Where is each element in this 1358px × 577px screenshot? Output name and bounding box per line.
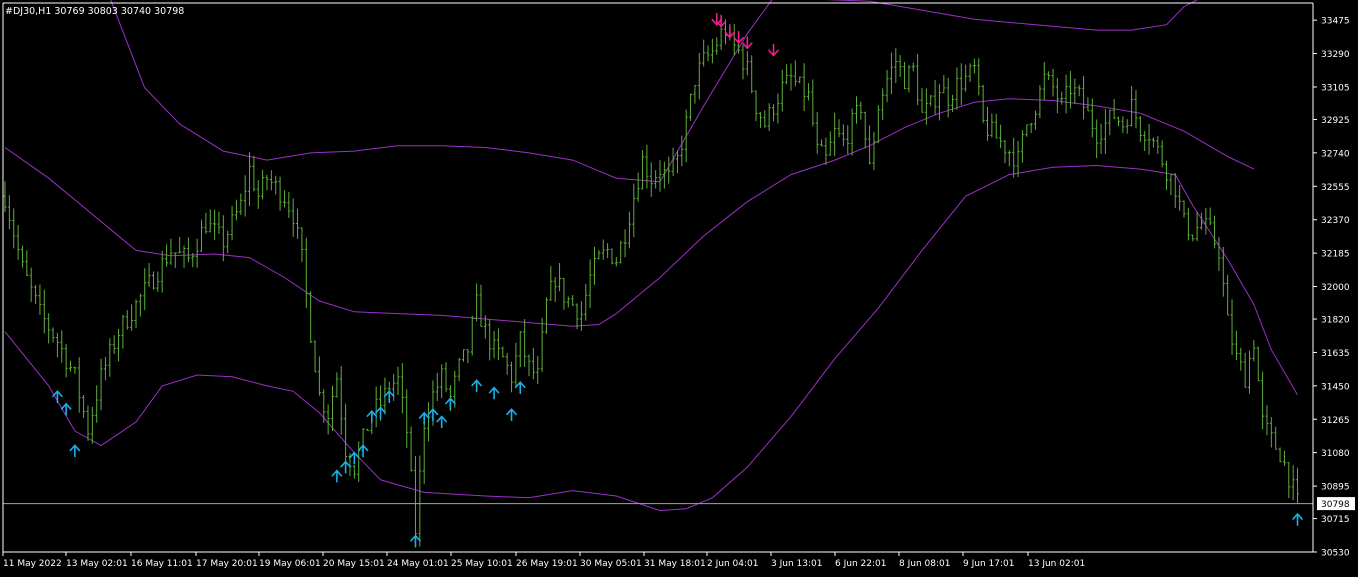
y-tick-label: 31635 — [1321, 349, 1350, 359]
y-tick-label: 32370 — [1321, 216, 1350, 226]
x-tick-label: 3 Jun 13:01 — [771, 559, 822, 569]
y-tick-label: 30895 — [1321, 483, 1350, 493]
y-tick-label: 33290 — [1321, 50, 1350, 60]
x-tick-label: 9 Jun 17:01 — [963, 559, 1014, 569]
x-tick-label: 31 May 18:01 — [644, 559, 706, 569]
x-tick-label: 13 Jun 02:01 — [1028, 559, 1085, 569]
trading-chart[interactable]: 33475 33290 33105 32925 32740 32555 32370 32185… — [0, 0, 1358, 573]
y-tick-label: 32925 — [1321, 116, 1350, 126]
y-tick-label: 31080 — [1321, 449, 1350, 459]
y-tick-label: 32185 — [1321, 250, 1350, 260]
x-tick-label: 17 May 20:01 — [196, 559, 258, 569]
y-tick-label: 32000 — [1321, 283, 1350, 293]
current-price-label: 30798 — [1317, 497, 1355, 511]
x-tick-label: 26 May 19:01 — [516, 559, 578, 569]
x-tick-label: 13 May 02:01 — [66, 559, 128, 569]
x-tick-label: 8 Jun 08:01 — [899, 559, 950, 569]
chart-background — [0, 0, 1358, 573]
x-tick-label: 20 May 15:01 — [323, 559, 385, 569]
current-price-label-text: 30798 — [1321, 500, 1350, 510]
x-tick-label: 2 Jun 04:01 — [707, 559, 758, 569]
y-tick-label: 32740 — [1321, 149, 1350, 159]
x-tick-label: 16 May 11:01 — [131, 559, 193, 569]
x-tick-label: 30 May 05:01 — [580, 559, 642, 569]
y-tick-label: 31265 — [1321, 416, 1350, 426]
x-tick-label: 25 May 10:01 — [451, 559, 513, 569]
x-tick-label: 24 May 01:01 — [387, 559, 449, 569]
x-tick-label: 19 May 06:01 — [259, 559, 321, 569]
y-tick-label: 33475 — [1321, 17, 1350, 27]
y-tick-label: 31450 — [1321, 382, 1350, 392]
x-tick-label: 11 May 2022 — [3, 559, 62, 569]
y-tick-label: 33105 — [1321, 83, 1350, 93]
chart-title: #DJ30,H1 30769 30803 30740 30798 — [5, 6, 184, 17]
x-tick-label: 6 Jun 22:01 — [835, 559, 886, 569]
y-tick-label: 32555 — [1321, 183, 1350, 193]
y-tick-label: 31820 — [1321, 316, 1350, 326]
y-tick-label: 30715 — [1321, 515, 1350, 525]
y-tick-label: 30530 — [1321, 549, 1350, 559]
chart-svg[interactable]: 33475 33290 33105 32925 32740 32555 32370 32185… — [0, 0, 1358, 573]
